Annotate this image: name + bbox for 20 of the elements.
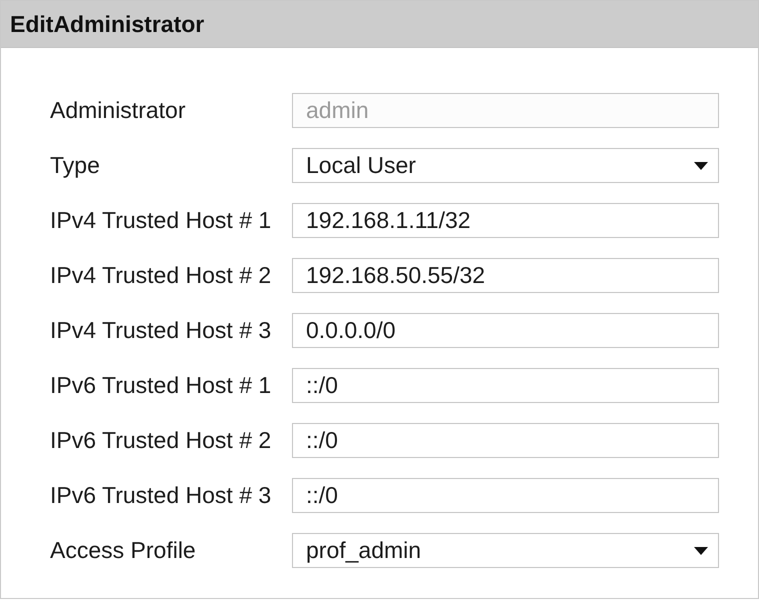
window-title: EditAdministrator <box>10 10 204 39</box>
dropdown-select[interactable]: prof_admin <box>292 533 719 568</box>
text-field[interactable]: 0.0.0.0/0 <box>292 313 719 348</box>
text-field[interactable]: ::/0 <box>292 478 719 513</box>
text-field[interactable]: 192.168.1.11/32 <box>292 203 719 238</box>
dropdown-select[interactable]: Local User <box>292 148 719 183</box>
field-label: IPv6 Trusted Host # 3 <box>49 481 272 510</box>
field-label: Administrator <box>49 96 186 126</box>
field-label: IPv6 Trusted Host # 2 <box>49 426 272 456</box>
caret-icon <box>694 162 708 170</box>
text-field[interactable]: 192.168.50.55/32 <box>292 258 719 293</box>
field-label: IPv4 Trusted Host # 3 <box>49 316 272 346</box>
field-label: Type <box>49 151 101 180</box>
field-label: Access Profile <box>49 536 197 566</box>
field-label: IPv4 Trusted Host # 2 <box>49 261 272 290</box>
field-label: IPv6 Trusted Host # 1 <box>49 371 272 400</box>
text-field[interactable]: ::/0 <box>292 423 719 458</box>
field-label: IPv4 Trusted Host # 1 <box>49 206 272 236</box>
caret-icon <box>694 546 708 554</box>
text-field[interactable]: ::/0 <box>292 368 719 403</box>
